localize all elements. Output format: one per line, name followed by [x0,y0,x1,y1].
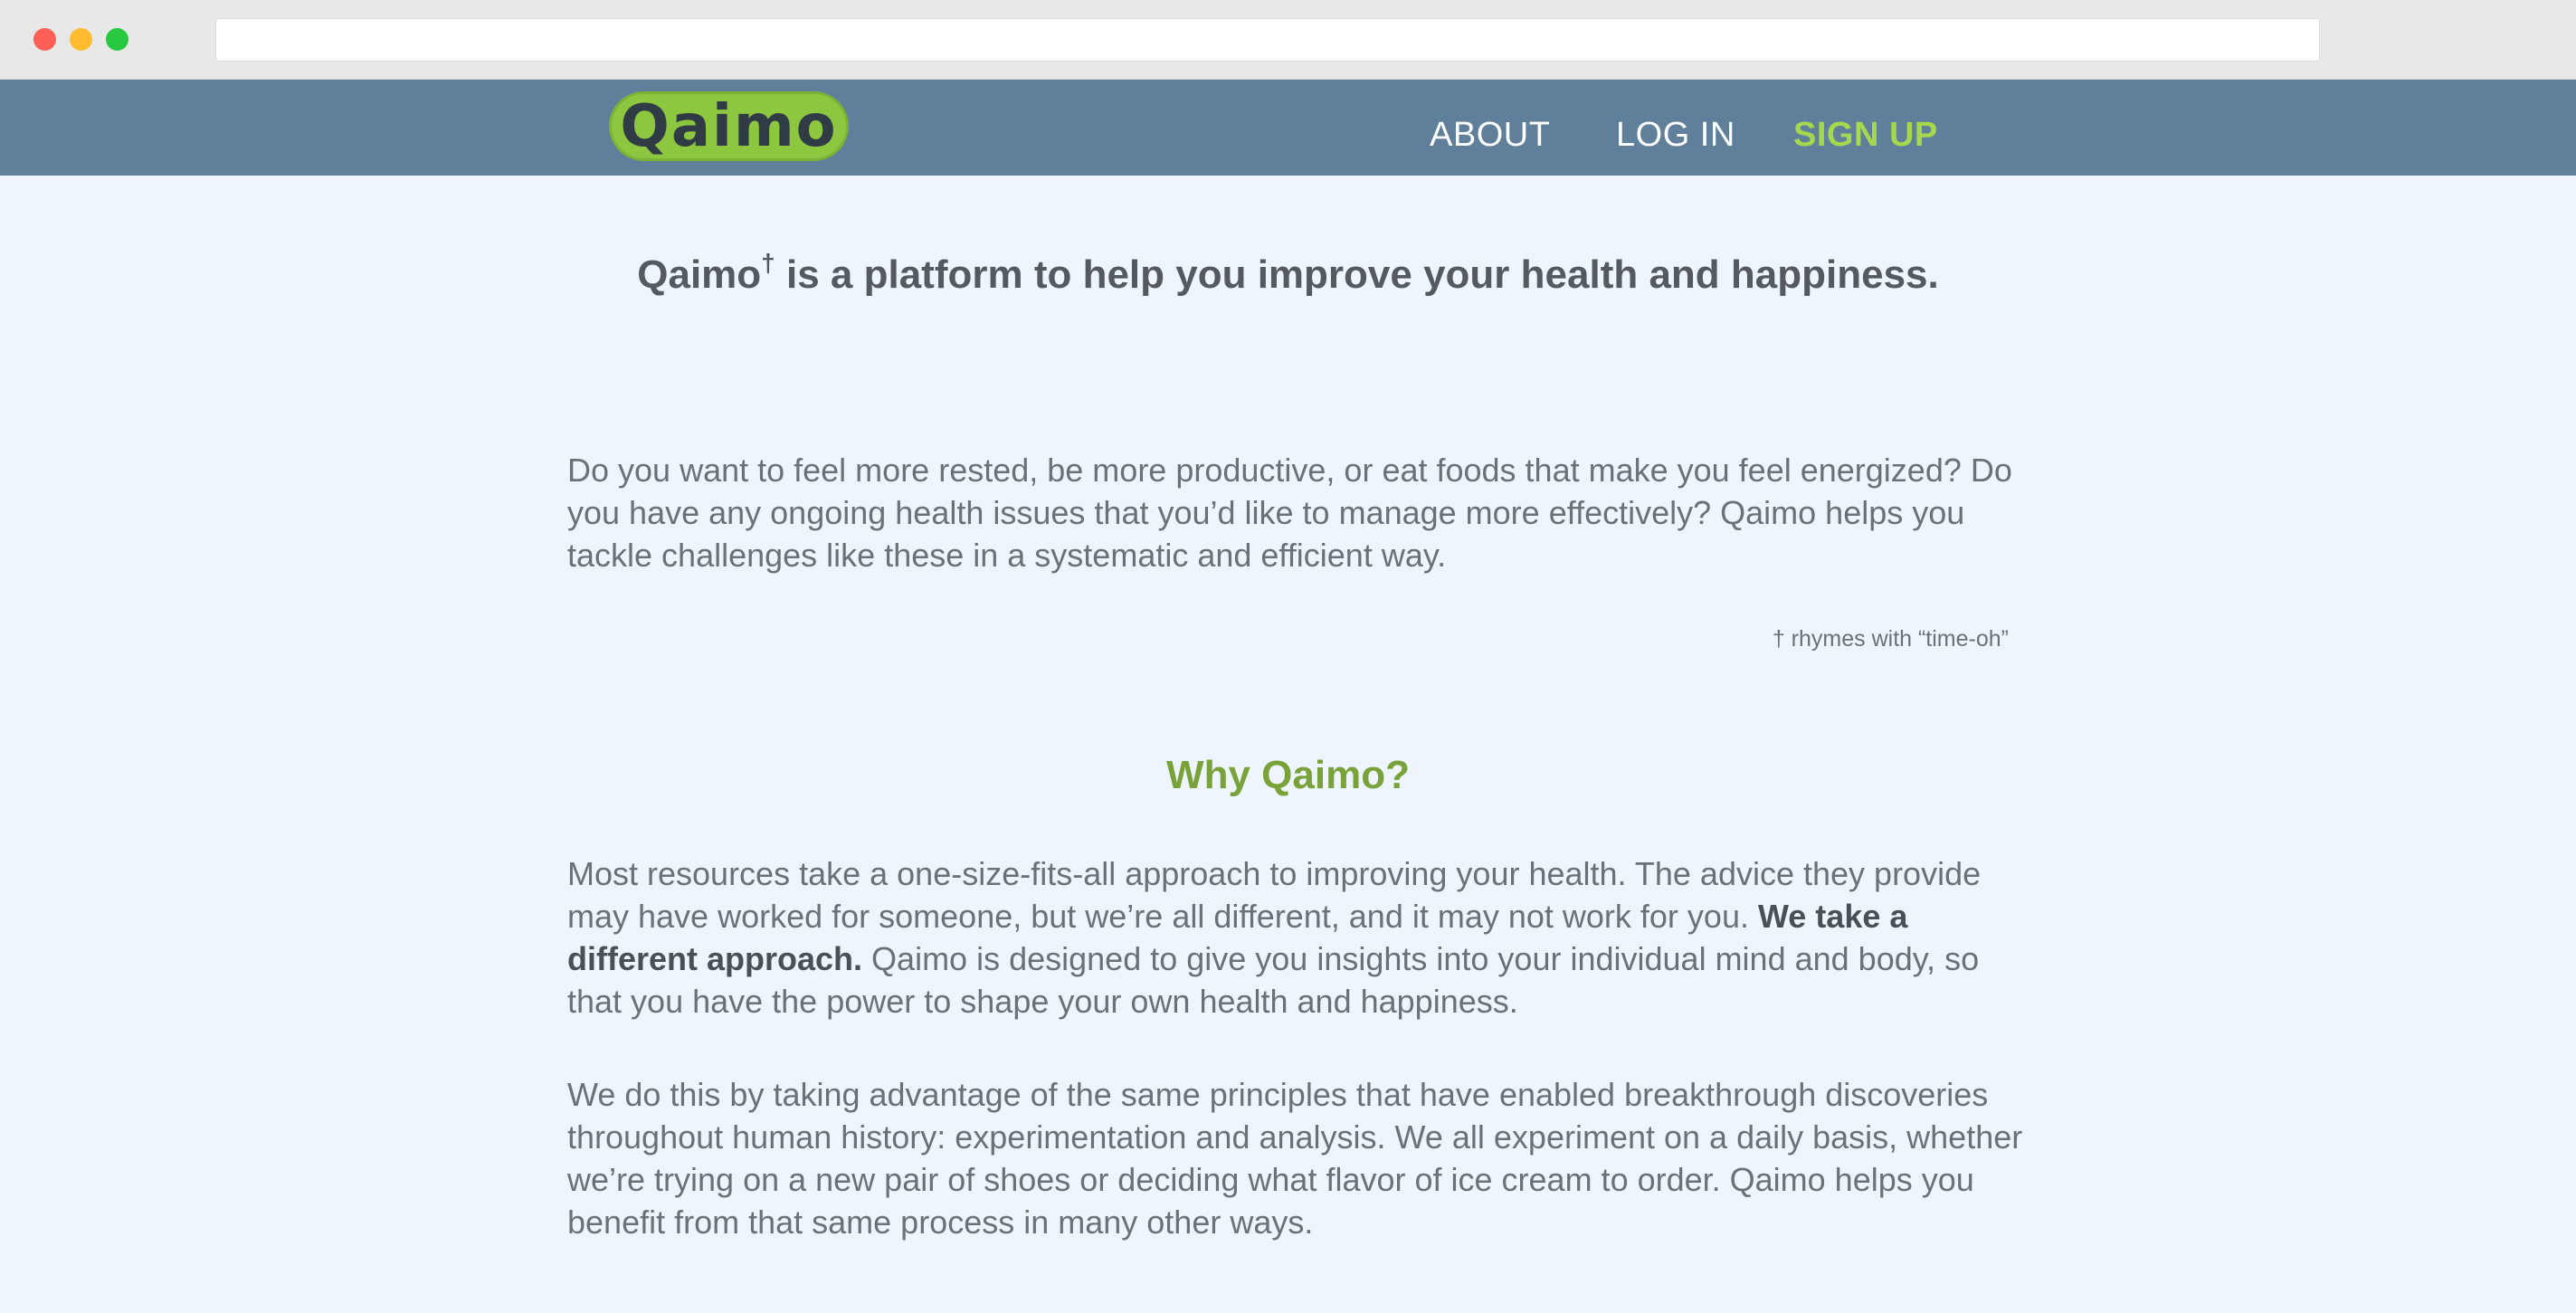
why-heading: Why Qaimo? [1166,753,1410,797]
tagline-dagger: † [761,249,775,277]
browser-chrome [0,0,2576,80]
close-window-icon[interactable] [33,28,56,51]
minimize-window-icon[interactable] [70,28,92,51]
nav-about-link[interactable]: ABOUT [1430,118,1550,152]
maximize-window-icon[interactable] [106,28,128,51]
intro-paragraph: Do you want to feel more rested, be more… [567,452,2012,574]
pronunciation-footnote: † rhymes with “time-oh” [1772,626,2009,652]
address-bar[interactable] [215,18,2320,62]
nav-login-link[interactable]: LOG IN [1616,118,1735,152]
why-paragraph-2: We do this by taking advantage of the sa… [567,1076,2023,1241]
why-paragraph-1: Most resources take a one-size-fits-all … [567,852,2033,1023]
site-header [0,80,2576,176]
page-tagline: Qaimo† is a platform to help you improve… [0,249,2576,300]
qaimo-logo[interactable]: Qaimo [609,91,849,161]
logo-text: Qaimo [620,92,838,160]
nav-signup-link[interactable]: SIGN UP [1793,118,1938,152]
tagline-brand: Qaimo [637,252,762,297]
tagline-text: is a platform to help you improve your h… [775,252,1939,297]
